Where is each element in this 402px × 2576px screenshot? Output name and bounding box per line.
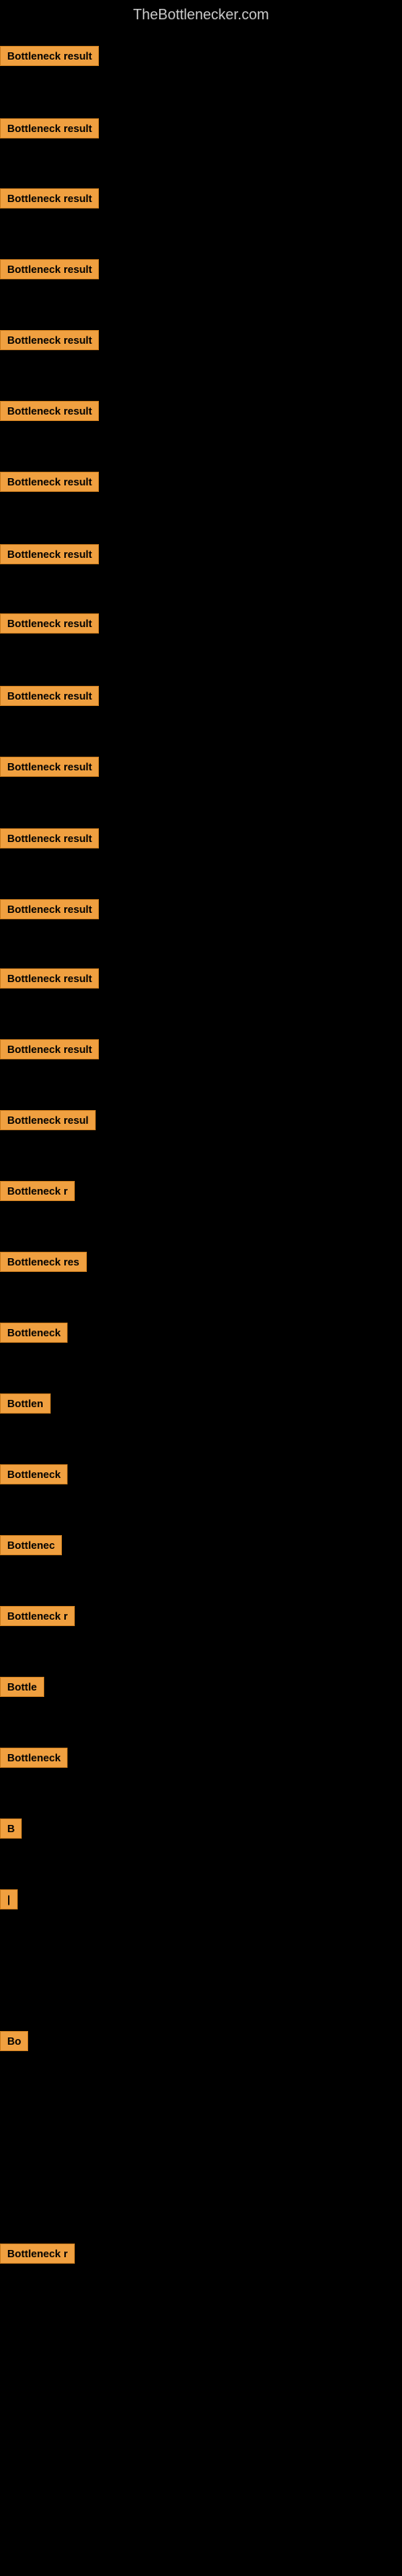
bottleneck-badge: Bottleneck result xyxy=(0,544,99,564)
list-item[interactable]: Bottleneck result xyxy=(0,828,99,848)
list-item[interactable]: Bottleneck result xyxy=(0,259,99,279)
list-item[interactable]: Bottleneck result xyxy=(0,544,99,564)
list-item[interactable]: Bottleneck r xyxy=(0,1181,75,1201)
bottleneck-badge: Bottleneck result xyxy=(0,118,99,138)
bottleneck-badge: Bottleneck resul xyxy=(0,1110,96,1130)
bottleneck-badge: Bottlen xyxy=(0,1393,51,1414)
bottleneck-badge: Bottleneck result xyxy=(0,330,99,350)
list-item[interactable]: Bottlenec xyxy=(0,1535,62,1555)
list-item[interactable]: Bottleneck result xyxy=(0,472,99,492)
list-item[interactable]: Bottleneck result xyxy=(0,401,99,421)
list-item[interactable]: Bottleneck result xyxy=(0,968,99,989)
list-item[interactable]: Bottleneck res xyxy=(0,1252,87,1272)
bottleneck-badge: | xyxy=(0,1889,18,1909)
list-item[interactable]: Bottleneck result xyxy=(0,118,99,138)
list-item[interactable]: Bottleneck resul xyxy=(0,1110,96,1130)
list-item[interactable]: Bottleneck xyxy=(0,1464,68,1484)
list-item[interactable]: Bottleneck result xyxy=(0,686,99,706)
list-item[interactable]: Bottle xyxy=(0,1677,44,1697)
list-item[interactable]: Bottleneck result xyxy=(0,1039,99,1059)
list-item[interactable]: Bottleneck result xyxy=(0,46,99,66)
list-item[interactable]: Bottleneck xyxy=(0,1748,68,1768)
bottleneck-badge: Bottleneck xyxy=(0,1323,68,1343)
bottleneck-badge: Bottleneck result xyxy=(0,472,99,492)
site-title: TheBottlenecker.com xyxy=(0,0,402,30)
list-item[interactable]: Bottleneck result xyxy=(0,613,99,634)
bottleneck-badge: Bottleneck result xyxy=(0,686,99,706)
bottleneck-badge: Bottleneck result xyxy=(0,1039,99,1059)
bottleneck-badge: Bo xyxy=(0,2031,28,2051)
bottleneck-badge: Bottleneck result xyxy=(0,613,99,634)
bottleneck-badge: Bottleneck res xyxy=(0,1252,87,1272)
list-item[interactable]: Bottleneck result xyxy=(0,757,99,777)
bottleneck-badge: Bottleneck result xyxy=(0,46,99,66)
bottleneck-badge: Bottleneck result xyxy=(0,899,99,919)
bottleneck-badge: Bottleneck result xyxy=(0,401,99,421)
list-item[interactable]: Bottleneck xyxy=(0,1323,68,1343)
list-item[interactable]: Bottleneck result xyxy=(0,899,99,919)
bottleneck-badge: B xyxy=(0,1818,22,1839)
list-item[interactable]: Bottleneck result xyxy=(0,330,99,350)
list-item[interactable]: B xyxy=(0,1818,22,1839)
list-item[interactable]: Bottleneck r xyxy=(0,1606,75,1626)
bottleneck-badge: Bottleneck xyxy=(0,1464,68,1484)
bottleneck-badge: Bottle xyxy=(0,1677,44,1697)
list-item[interactable]: Bottleneck r xyxy=(0,2244,75,2264)
bottleneck-badge: Bottleneck xyxy=(0,1748,68,1768)
bottleneck-badge: Bottleneck result xyxy=(0,188,99,208)
list-item[interactable]: Bottlen xyxy=(0,1393,51,1414)
bottleneck-badge: Bottleneck r xyxy=(0,1181,75,1201)
bottleneck-badge: Bottleneck result xyxy=(0,968,99,989)
bottleneck-badge: Bottlenec xyxy=(0,1535,62,1555)
list-item[interactable]: Bo xyxy=(0,2031,28,2051)
bottleneck-badge: Bottleneck result xyxy=(0,757,99,777)
bottleneck-badge: Bottleneck r xyxy=(0,2244,75,2264)
bottleneck-badge: Bottleneck result xyxy=(0,828,99,848)
list-item[interactable]: Bottleneck result xyxy=(0,188,99,208)
list-item[interactable]: | xyxy=(0,1889,18,1909)
bottleneck-badge: Bottleneck r xyxy=(0,1606,75,1626)
bottleneck-badge: Bottleneck result xyxy=(0,259,99,279)
